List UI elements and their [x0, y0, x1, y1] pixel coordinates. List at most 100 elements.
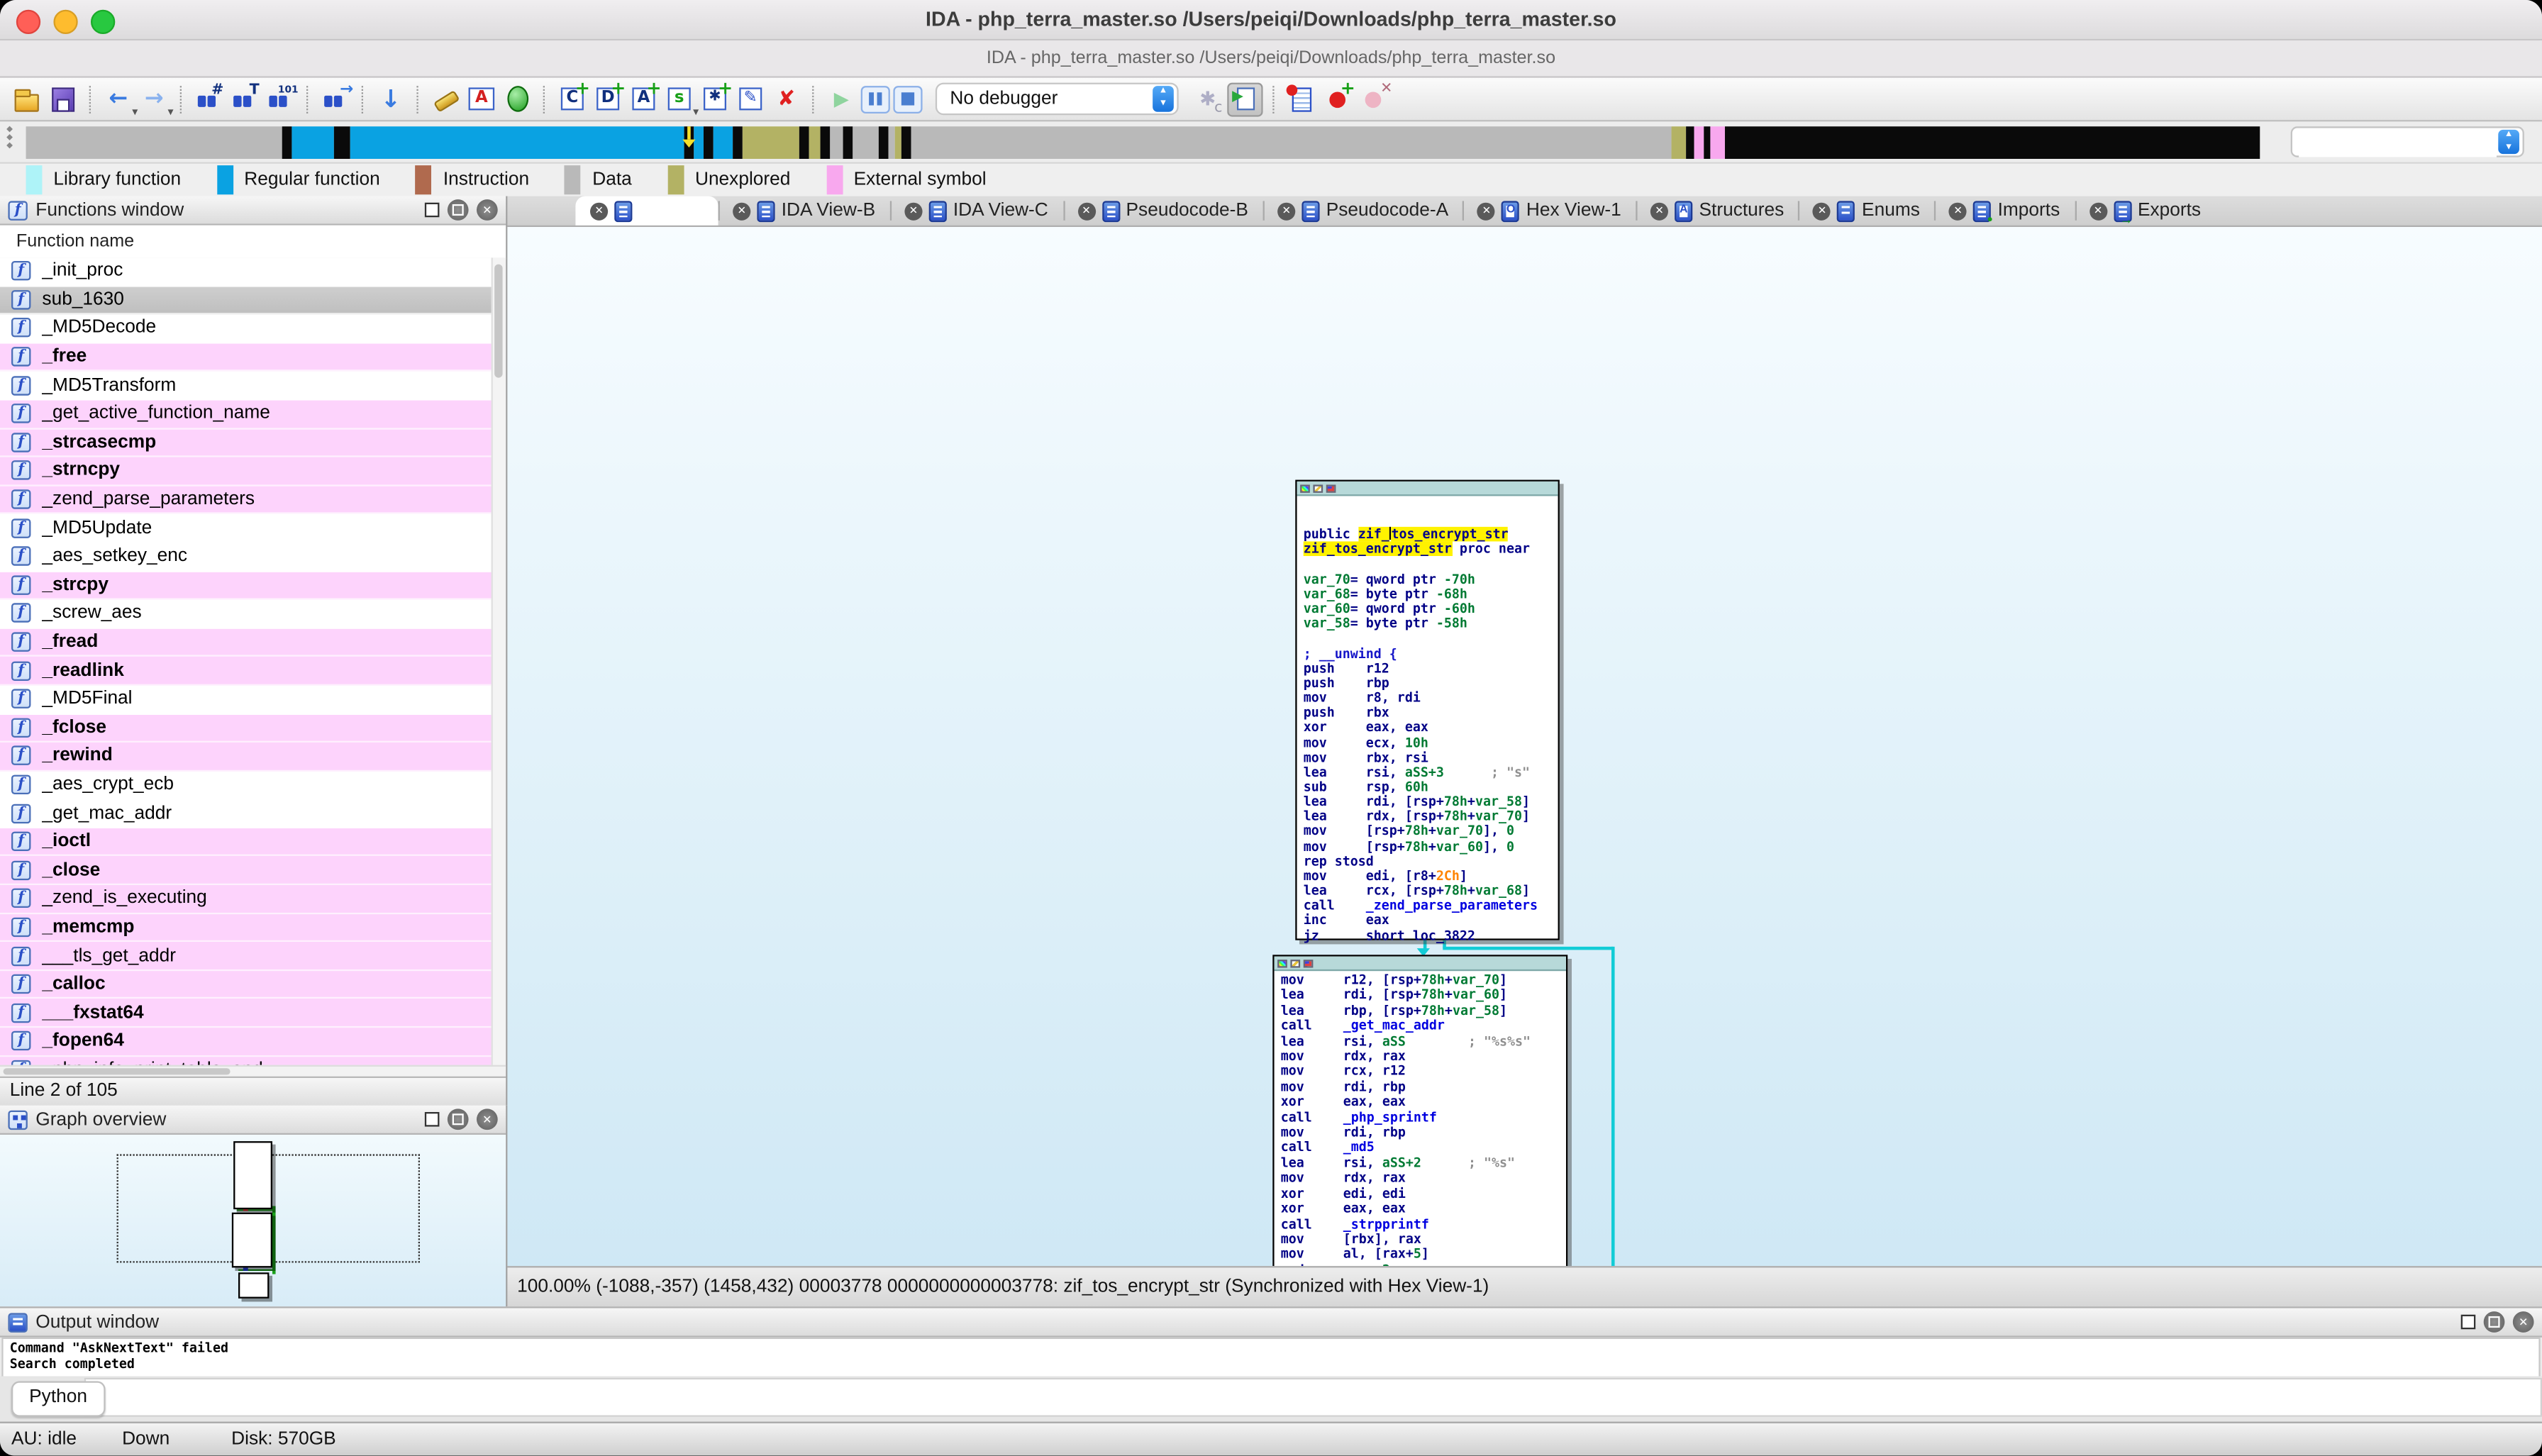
undefine-icon[interactable]: [770, 84, 803, 114]
basic-block-fallthrough[interactable]: mov r12, [rsp+78h+var_70] lea rdi, [rsp+7…: [1272, 955, 1568, 1267]
close-tab-icon[interactable]: ✕: [733, 201, 751, 220]
close-tab-icon[interactable]: ✕: [1650, 201, 1669, 220]
edit-function-icon[interactable]: [734, 84, 767, 114]
navband-scroll-arrows-icon[interactable]: ◆ ◆ ◆: [6, 126, 19, 159]
close-tab-icon[interactable]: ✕: [2089, 201, 2107, 220]
reanalyze-icon[interactable]: [465, 84, 498, 114]
function-row[interactable]: _MD5Final: [0, 685, 506, 714]
function-row[interactable]: _fclose: [0, 713, 506, 743]
close-tab-icon[interactable]: ✕: [589, 201, 609, 220]
python-command-input[interactable]: [86, 1379, 2541, 1416]
panel-float-icon[interactable]: [447, 1108, 469, 1130]
close-tab-icon[interactable]: ✕: [1813, 201, 1831, 220]
search-binary-icon[interactable]: [193, 82, 226, 114]
functions-horizontal-scrollbar[interactable]: [0, 1065, 506, 1077]
block-colors-icon[interactable]: [1277, 958, 1287, 967]
function-row[interactable]: _strcpy: [0, 571, 506, 600]
scrollbar-thumb[interactable]: [494, 264, 503, 378]
navigation-band[interactable]: [26, 126, 2260, 159]
tab-pseudocode-a[interactable]: ✕ Pseudocode-A: [1262, 196, 1463, 226]
block-edit-icon[interactable]: [1313, 484, 1323, 492]
tab-ida-view-b[interactable]: ✕ IDA View-B: [718, 196, 890, 226]
search-text-icon[interactable]: [228, 82, 261, 114]
run-script-icon[interactable]: [501, 84, 533, 114]
function-row[interactable]: _aes_crypt_ecb: [0, 771, 506, 800]
function-row[interactable]: _aes_setkey_enc: [0, 543, 506, 572]
output-log[interactable]: Command "AskNextText" failed Search compl…: [1, 1337, 2541, 1378]
function-row[interactable]: _screw_aes: [0, 599, 506, 629]
scrollbar-thumb[interactable]: [3, 1068, 231, 1075]
function-name-column-header[interactable]: Function name: [0, 225, 506, 260]
function-row[interactable]: _zend_is_executing: [0, 885, 506, 914]
close-tab-icon[interactable]: ✕: [1077, 201, 1096, 220]
function-row[interactable]: _get_mac_addr: [0, 799, 506, 828]
jump-down-icon[interactable]: [374, 84, 407, 114]
debugger-attach-icon[interactable]: [1192, 84, 1224, 116]
panel-close-icon[interactable]: ✕: [476, 199, 498, 221]
function-row[interactable]: _get_active_function_name: [0, 400, 506, 429]
function-row[interactable]: _fread: [0, 628, 506, 657]
function-row[interactable]: _init_proc: [0, 257, 506, 287]
breakpoint-list-icon[interactable]: [1286, 82, 1319, 114]
make-data-icon[interactable]: [592, 77, 626, 114]
function-row[interactable]: _MD5Decode: [0, 314, 506, 344]
debugger-start-icon[interactable]: [825, 84, 857, 114]
nav-back-icon[interactable]: [102, 84, 138, 117]
panel-close-icon[interactable]: ✕: [2512, 1311, 2534, 1333]
make-code-icon[interactable]: [556, 77, 590, 114]
panel-restore-icon[interactable]: [424, 1111, 440, 1127]
function-row[interactable]: _MD5Transform: [0, 372, 506, 401]
function-row[interactable]: _rewind: [0, 743, 506, 772]
search-values-icon[interactable]: [265, 84, 299, 114]
close-tab-icon[interactable]: ✕: [1949, 201, 1967, 220]
function-row[interactable]: _strncpy: [0, 457, 506, 487]
panel-restore-icon[interactable]: [424, 202, 440, 218]
tab-exports[interactable]: ✕ Exports: [2074, 196, 2216, 226]
make-struct-icon[interactable]: [699, 77, 733, 114]
block-xrefs-icon[interactable]: [1326, 484, 1336, 492]
tab-imports[interactable]: ✕ Imports: [1934, 196, 2074, 226]
make-string-icon[interactable]: [663, 84, 699, 117]
open-file-icon[interactable]: [11, 84, 44, 114]
tab-hex-view-1[interactable]: ✕ Hex View-1: [1463, 196, 1636, 226]
functions-vertical-scrollbar[interactable]: [491, 257, 506, 1070]
search-next-icon[interactable]: [319, 80, 353, 114]
debugger-pause-icon[interactable]: [860, 84, 890, 113]
graph-view-canvas[interactable]: public zif_ tos_encrypt_str zif_tos_encryp…: [507, 226, 2542, 1267]
graph-overview-canvas[interactable]: [0, 1134, 506, 1307]
close-tab-icon[interactable]: ✕: [1277, 201, 1296, 220]
function-row[interactable]: _calloc: [0, 970, 506, 999]
panel-restore-icon[interactable]: [2460, 1314, 2476, 1330]
block-colors-icon[interactable]: [1300, 484, 1310, 492]
function-row[interactable]: sub_1630: [0, 286, 506, 315]
basic-block-entry[interactable]: public zif_ tos_encrypt_str zif_tos_encryp…: [1295, 479, 1560, 943]
nav-forward-icon[interactable]: [138, 84, 174, 117]
function-row[interactable]: _readlink: [0, 657, 506, 686]
tab-ida-view-c[interactable]: ✕ IDA View-C: [889, 196, 1063, 226]
python-selector-button[interactable]: Python: [11, 1381, 106, 1417]
tab-enums[interactable]: ✕ Enums: [1798, 196, 1935, 226]
breakpoint-delete-icon[interactable]: [1357, 80, 1392, 114]
flashlight-icon[interactable]: [430, 84, 462, 114]
function-row[interactable]: _MD5Update: [0, 514, 506, 543]
breakpoint-add-icon[interactable]: [1321, 77, 1355, 114]
tab-structures[interactable]: ✕ Structures: [1636, 196, 1799, 226]
tab-current-view[interactable]: ✕: [575, 196, 718, 226]
quick-search-input[interactable]: [2299, 129, 2497, 157]
close-tab-icon[interactable]: ✕: [1477, 201, 1496, 220]
panel-close-icon[interactable]: ✕: [476, 1108, 498, 1130]
function-row[interactable]: ___tls_get_addr: [0, 942, 506, 971]
debugger-select[interactable]: No debugger ▲ ▼: [935, 82, 1179, 116]
function-row[interactable]: _memcmp: [0, 913, 506, 943]
debugger-select-stepper-icon[interactable]: ▲ ▼: [1153, 86, 1174, 112]
debugger-continue-icon[interactable]: [1227, 82, 1263, 116]
panel-float-icon[interactable]: [2483, 1311, 2505, 1333]
block-edit-icon[interactable]: [1290, 958, 1301, 967]
function-row[interactable]: _strcasecmp: [0, 428, 506, 457]
block-xrefs-icon[interactable]: [1303, 958, 1314, 967]
save-icon[interactable]: [47, 84, 79, 114]
close-tab-icon[interactable]: ✕: [904, 201, 923, 220]
make-name-icon[interactable]: [628, 77, 661, 114]
function-row[interactable]: _zend_parse_parameters: [0, 486, 506, 515]
function-row[interactable]: ___fxstat64: [0, 999, 506, 1028]
